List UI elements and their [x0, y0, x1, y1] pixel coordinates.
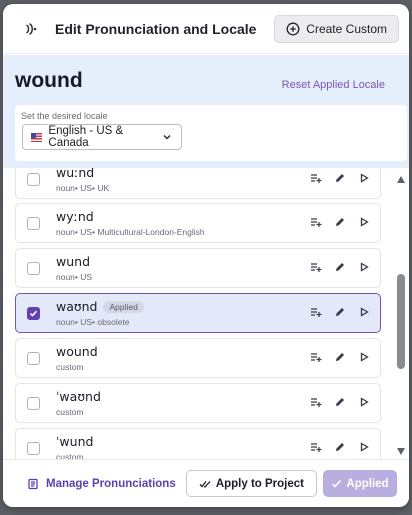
- row-ipa: waʊnd Applied: [56, 299, 144, 314]
- applied-badge: Applied: [103, 300, 144, 313]
- row-checkbox[interactable]: [27, 352, 40, 365]
- row-actions: [310, 172, 370, 184]
- pronunciation-row[interactable]: wyːnd noun• US• Multicultural-London-Eng…: [15, 203, 381, 243]
- pronunciation-row[interactable]: ˈwaʊnd custom: [15, 383, 381, 423]
- pencil-icon[interactable]: [334, 216, 346, 228]
- pronunciation-sound-icon: [23, 21, 39, 37]
- list-scrollbar[interactable]: [396, 172, 406, 458]
- playlist-add-icon[interactable]: [310, 306, 322, 318]
- row-actions: [310, 441, 370, 453]
- play-icon[interactable]: [358, 172, 370, 184]
- row-actions: [310, 216, 370, 228]
- plus-circle-icon: [286, 22, 300, 36]
- row-meta: noun• US• UK: [56, 183, 110, 193]
- pencil-icon[interactable]: [334, 261, 346, 273]
- word-panel: wound Reset Applied Locale Set the desir…: [3, 55, 409, 168]
- playlist-add-icon[interactable]: [310, 261, 322, 273]
- row-ipa: wund: [56, 254, 91, 269]
- row-checkbox[interactable]: [27, 262, 40, 275]
- playlist-add-icon[interactable]: [310, 172, 322, 184]
- row-ipa: ˈwaʊnd: [56, 389, 101, 404]
- row-checkbox[interactable]: [27, 397, 40, 410]
- locale-selected-value: English - US & Canada: [48, 125, 124, 149]
- locale-label: Set the desired locale: [21, 111, 108, 121]
- pencil-icon[interactable]: [334, 441, 346, 453]
- edit-pronunciation-dialog: Edit Pronunciation and Locale Create Cus…: [3, 4, 409, 507]
- us-flag-icon: [31, 132, 43, 142]
- dialog-header: Edit Pronunciation and Locale Create Cus…: [3, 4, 409, 54]
- pencil-icon[interactable]: [334, 306, 346, 318]
- row-actions: [310, 351, 370, 363]
- create-custom-button[interactable]: Create Custom: [274, 14, 399, 43]
- row-actions: [310, 261, 370, 273]
- row-checkbox[interactable]: [27, 173, 40, 186]
- pronunciation-row[interactable]: wund noun• US: [15, 248, 381, 288]
- row-actions: [310, 306, 370, 318]
- playlist-add-icon[interactable]: [310, 441, 322, 453]
- playlist-add-icon[interactable]: [310, 351, 322, 363]
- manage-pronunciations-link[interactable]: Manage Pronunciations: [27, 478, 176, 490]
- manage-pronunciations-label: Manage Pronunciations: [46, 477, 176, 490]
- apply-to-project-label: Apply to Project: [215, 477, 304, 490]
- row-checkbox[interactable]: [27, 442, 40, 455]
- row-meta: noun• US: [56, 272, 93, 282]
- play-icon[interactable]: [358, 441, 370, 453]
- check-icon: [331, 478, 342, 489]
- row-meta: custom: [56, 452, 84, 459]
- list-book-icon: [27, 478, 39, 490]
- row-checkbox[interactable]: [27, 217, 40, 230]
- play-icon[interactable]: [358, 351, 370, 363]
- scroll-up-arrow-icon[interactable]: [397, 176, 405, 183]
- row-ipa: wyːnd: [56, 209, 94, 224]
- play-icon[interactable]: [358, 396, 370, 408]
- row-meta: noun• US• obsolete: [56, 317, 130, 327]
- row-ipa: wuːnd: [56, 168, 95, 180]
- playlist-add-icon[interactable]: [310, 216, 322, 228]
- row-actions: [310, 396, 370, 408]
- apply-to-project-button[interactable]: Apply to Project: [185, 470, 317, 497]
- scroll-down-arrow-icon[interactable]: [397, 448, 405, 455]
- locale-select[interactable]: English - US & Canada: [22, 124, 182, 150]
- pronunciation-row[interactable]: wound custom: [15, 338, 381, 378]
- row-checkbox-checked[interactable]: [27, 307, 40, 320]
- play-icon[interactable]: [358, 261, 370, 273]
- applied-label: Applied: [346, 477, 389, 490]
- chevron-down-icon: [161, 131, 173, 143]
- pencil-icon[interactable]: [334, 396, 346, 408]
- row-meta: custom: [56, 362, 84, 372]
- play-icon[interactable]: [358, 216, 370, 228]
- dialog-footer: Manage Pronunciations Apply to Project A…: [3, 459, 409, 507]
- dialog-title: Edit Pronunciation and Locale: [55, 20, 257, 37]
- create-custom-label: Create Custom: [306, 21, 387, 36]
- applied-button[interactable]: Applied: [323, 470, 397, 497]
- reset-applied-locale-link[interactable]: Reset Applied Locale: [282, 79, 385, 91]
- pronunciation-row[interactable]: ˈwund custom: [15, 428, 381, 459]
- row-meta: custom: [56, 407, 84, 417]
- play-icon[interactable]: [358, 306, 370, 318]
- row-meta: noun• US• Multicultural-London-English: [56, 227, 205, 237]
- pronunciation-row[interactable]: wuːnd noun• US• UK: [15, 168, 381, 199]
- locale-box: Set the desired locale English - US & Ca…: [15, 105, 407, 161]
- pronunciation-list: wuːnd noun• US• UK wyːnd noun• US• Multi…: [3, 168, 409, 459]
- row-ipa: wound: [56, 344, 98, 359]
- pencil-icon[interactable]: [334, 351, 346, 363]
- word-title: wound: [15, 69, 83, 92]
- pronunciation-row-selected[interactable]: waʊnd Applied noun• US• obsolete: [15, 293, 381, 333]
- pencil-icon[interactable]: [334, 172, 346, 184]
- scrollbar-thumb[interactable]: [397, 274, 405, 369]
- playlist-add-icon[interactable]: [310, 396, 322, 408]
- double-check-icon: [199, 478, 211, 490]
- row-ipa: ˈwund: [56, 434, 94, 449]
